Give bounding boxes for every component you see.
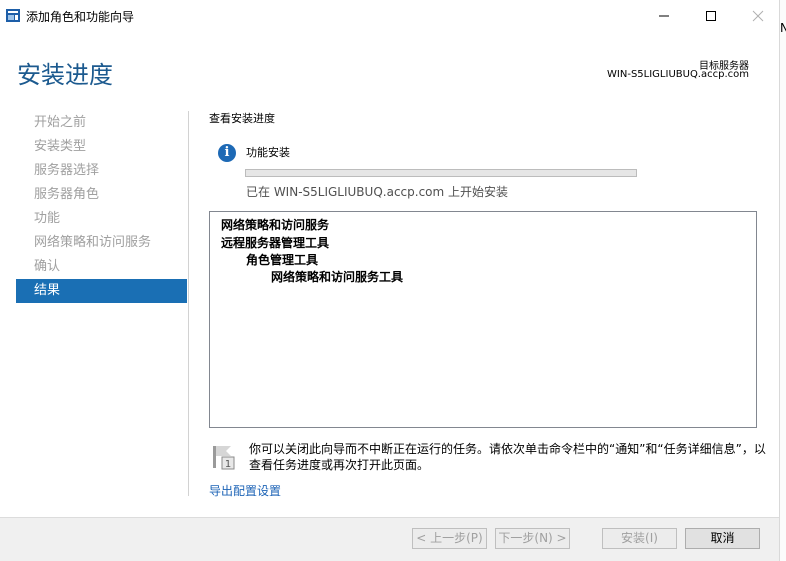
target-server-name: WIN-S5LIGLIUBUQ.accp.com: [607, 69, 749, 80]
flag-badge-number: 1: [225, 459, 231, 470]
export-configuration-link[interactable]: 导出配置设置: [209, 482, 281, 499]
nav-divider: [188, 111, 189, 496]
wizard-close-note: 你可以关闭此向导而不中断正在运行的任务。请依次单击命令栏中的“通知”和“任务详细…: [249, 441, 769, 473]
nav-item-features: 功能: [34, 211, 61, 226]
installation-status: 已在 WIN-S5LIGLIUBUQ.accp.com 上开始安装: [246, 185, 509, 199]
nav-item-server-roles: 服务器角色: [34, 187, 100, 202]
window-title: 添加角色和功能向导: [26, 10, 135, 24]
nav-item-results[interactable]: 结果: [16, 279, 187, 303]
result-item: 角色管理工具: [246, 253, 319, 267]
minimize-button[interactable]: [641, 0, 687, 32]
close-icon: [752, 10, 764, 22]
minimize-icon: [659, 15, 669, 17]
result-item: 网络策略和访问服务工具: [271, 270, 404, 284]
close-button[interactable]: [735, 0, 781, 32]
install-button[interactable]: 安装(I): [602, 528, 677, 549]
nav-item-server-selection: 服务器选择: [34, 163, 100, 178]
nav-item-network-policy: 网络策略和访问服务: [34, 235, 152, 250]
note-line-2: 查看任务进度或再次打开此页面。: [249, 458, 430, 472]
section-heading: 查看安装进度: [209, 112, 275, 125]
result-item: 远程服务器管理工具: [221, 236, 330, 250]
title-bar: 添加角色和功能向导: [0, 0, 786, 32]
page-title: 安装进度: [17, 61, 113, 89]
wizard-steps-nav: 开始之前 安装类型 服务器选择 服务器角色 功能 网络策略和访问服务 确认 结果: [16, 111, 187, 303]
flag-notification-icon: 1: [213, 446, 235, 470]
server-manager-icon: [6, 9, 20, 22]
previous-button[interactable]: < 上一步(P): [412, 528, 487, 549]
next-button[interactable]: 下一步(N) >: [495, 528, 570, 549]
installation-progress-bar: [245, 169, 637, 177]
note-line-1: 你可以关闭此向导而不中断正在运行的任务。请依次单击命令栏中的“通知”和“任务详细…: [249, 442, 766, 456]
maximize-icon: [706, 11, 716, 21]
background-window-letter: N: [780, 21, 786, 35]
nav-item-confirmation: 确认: [34, 259, 61, 274]
maximize-button[interactable]: [688, 0, 734, 32]
installation-results-list[interactable]: 网络策略和访问服务 远程服务器管理工具 角色管理工具 网络策略和访问服务工具: [209, 211, 757, 428]
nav-item-before-you-begin: 开始之前: [34, 115, 87, 130]
feature-installation-label: 功能安装: [246, 146, 290, 159]
cancel-button[interactable]: 取消: [685, 528, 760, 549]
background-window-edge: [779, 0, 786, 561]
nav-item-installation-type: 安装类型: [34, 139, 87, 154]
result-item: 网络策略和访问服务: [221, 218, 330, 232]
info-icon: i: [218, 144, 236, 162]
